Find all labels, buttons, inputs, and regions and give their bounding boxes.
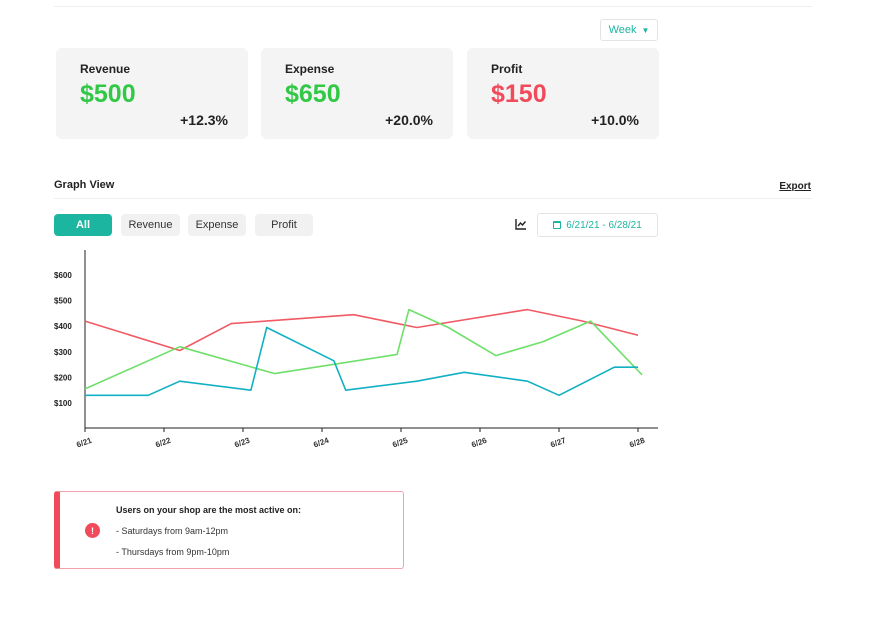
y-tick-label: $400 bbox=[54, 322, 72, 331]
insight-title: Users on your shop are the most active o… bbox=[116, 505, 302, 515]
graph-view-title: Graph View bbox=[54, 179, 115, 191]
series-line bbox=[84, 308, 639, 352]
x-tick-label: 6/23 bbox=[233, 436, 251, 450]
section-divider bbox=[54, 198, 812, 199]
chevron-down-icon: ▼ bbox=[641, 25, 650, 35]
y-tick-label: $200 bbox=[54, 373, 72, 382]
series-line bbox=[84, 308, 643, 390]
profit-amount: $150 bbox=[491, 80, 547, 108]
x-tick-label: 6/28 bbox=[628, 436, 646, 450]
x-tick-label: 6/22 bbox=[154, 436, 172, 450]
revenue-change: +12.3% bbox=[180, 112, 228, 128]
alert-icon: ! bbox=[85, 523, 100, 538]
top-divider bbox=[54, 6, 812, 7]
date-range-picker[interactable]: 6/21/21 - 6/28/21 bbox=[537, 213, 658, 237]
calendar-icon bbox=[553, 221, 562, 229]
y-tick-label: $600 bbox=[54, 271, 72, 280]
period-select[interactable]: Week ▼ bbox=[600, 19, 658, 41]
tab-revenue[interactable]: Revenue bbox=[121, 214, 180, 236]
export-link[interactable]: Export bbox=[779, 181, 811, 192]
tab-all[interactable]: All bbox=[54, 214, 112, 236]
insight-line: - Thursdays from 9pm-10pm bbox=[116, 547, 230, 557]
line-chart-icon[interactable] bbox=[515, 218, 527, 230]
period-select-value: Week bbox=[608, 24, 637, 36]
revenue-label: Revenue bbox=[80, 62, 131, 76]
expense-label: Expense bbox=[285, 62, 335, 76]
x-tick-label: 6/26 bbox=[470, 436, 488, 450]
x-tick-label: 6/25 bbox=[391, 436, 409, 450]
y-tick-label: $300 bbox=[54, 348, 72, 357]
profit-change: +10.0% bbox=[591, 112, 639, 128]
x-tick-label: 6/24 bbox=[312, 436, 330, 450]
expense-change: +20.0% bbox=[385, 112, 433, 128]
insight-line: - Saturdays from 9am-12pm bbox=[116, 526, 229, 536]
tab-expense[interactable]: Expense bbox=[188, 214, 246, 236]
activity-insight-box: ! Users on your shop are the most active… bbox=[54, 491, 404, 569]
expense-amount: $650 bbox=[285, 80, 341, 108]
expense-card: Expense $650 +20.0% bbox=[261, 48, 453, 139]
revenue-card: Revenue $500 +12.3% bbox=[56, 48, 248, 139]
profit-label: Profit bbox=[491, 62, 523, 76]
revenue-amount: $500 bbox=[80, 80, 136, 108]
tab-profit[interactable]: Profit bbox=[255, 214, 313, 236]
series-line bbox=[85, 326, 638, 397]
x-tick-label: 6/27 bbox=[549, 436, 567, 450]
y-tick-label: $500 bbox=[54, 297, 72, 306]
y-tick-label: $100 bbox=[54, 399, 72, 408]
date-range-value: 6/21/21 - 6/28/21 bbox=[566, 219, 642, 231]
x-tick-label: 6/21 bbox=[75, 436, 93, 450]
profit-card: Profit $150 +10.0% bbox=[467, 48, 659, 139]
